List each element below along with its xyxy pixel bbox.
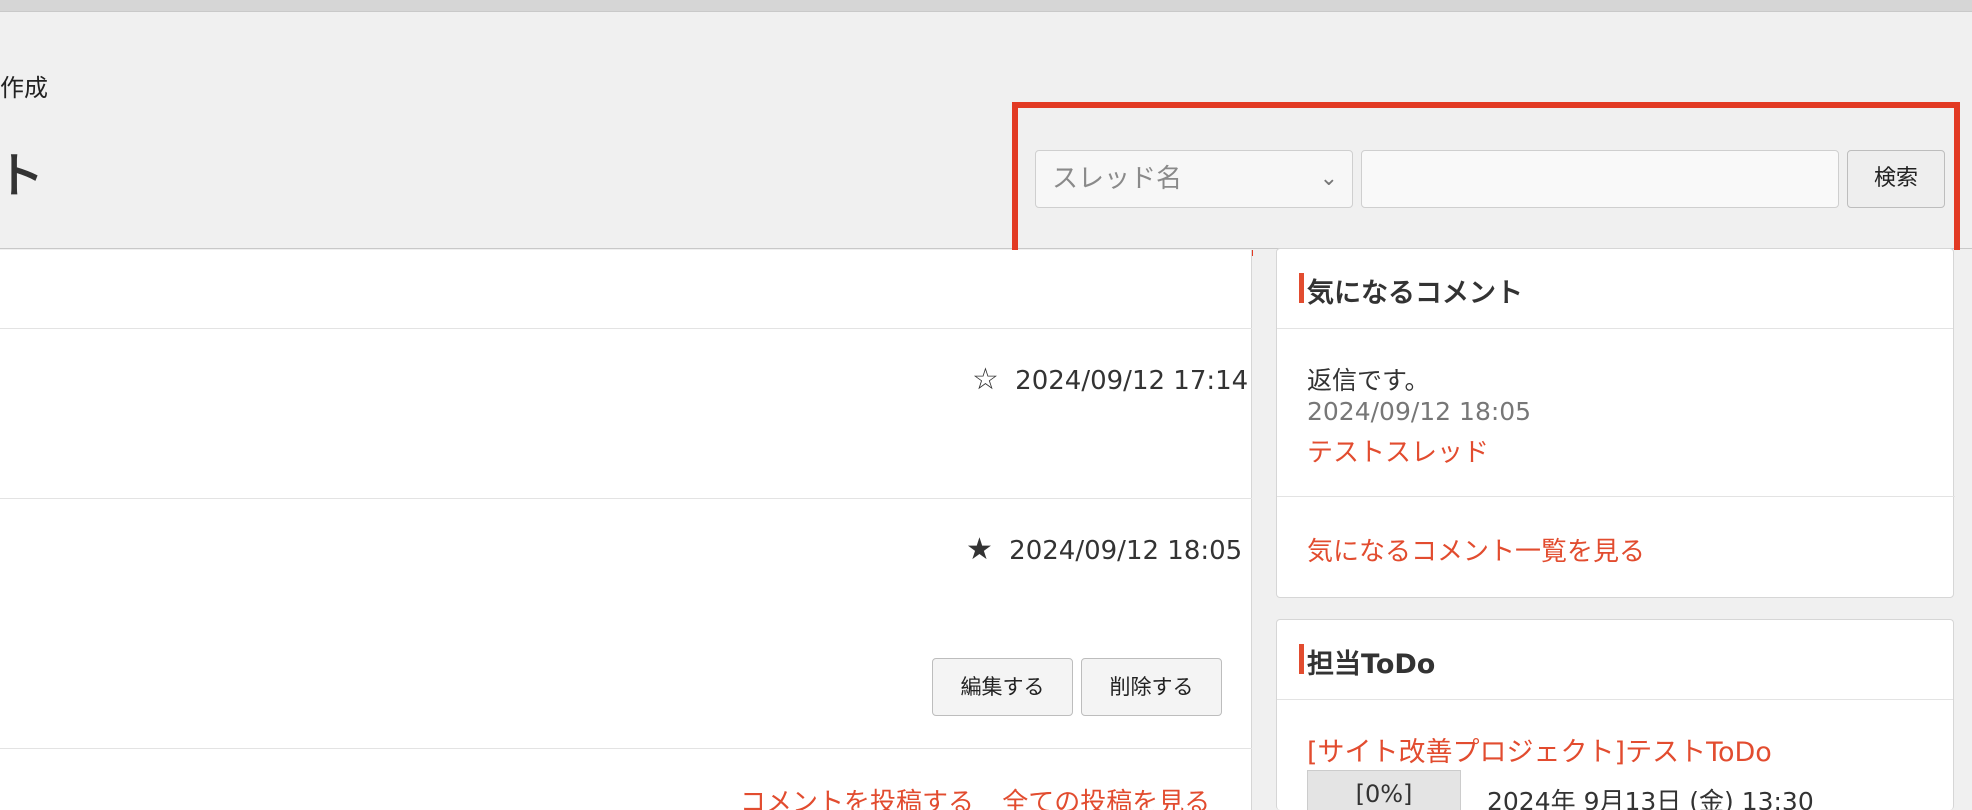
post-meta: ☆ 2024/09/12 17:14: [972, 362, 1248, 397]
panel-heading: 気になるコメント: [1277, 249, 1953, 329]
create-link[interactable]: 作成: [0, 68, 48, 103]
post-comment-link[interactable]: コメントを投稿する: [740, 788, 974, 810]
post-footer-links: コメントを投稿する 全ての投稿を見る: [740, 782, 1230, 810]
todo-date: 2024年 9月13日 (金) 13:30: [1487, 787, 1814, 810]
post-date: 2024/09/12 17:14: [1015, 366, 1249, 396]
divider: [0, 498, 1252, 499]
divider: [0, 748, 1252, 749]
heading-accent-bar: [1299, 644, 1304, 674]
post-meta: ★ 2024/09/12 18:05: [966, 532, 1242, 567]
panel-heading: 担当ToDo: [1277, 620, 1953, 700]
delete-button[interactable]: 削除する: [1081, 658, 1222, 716]
heading-accent-bar: [1299, 273, 1304, 303]
page-title: ト: [0, 148, 45, 204]
todo-item-link[interactable]: [サイト改善プロジェクト]テストToDo: [1307, 730, 1772, 769]
more-comments-link[interactable]: 気になるコメント一覧を見る: [1307, 531, 1645, 568]
panel-title: 担当ToDo: [1307, 649, 1436, 680]
thread-link[interactable]: テストスレッド: [1307, 432, 1489, 469]
search-field-select[interactable]: スレッド名 ⌄: [1035, 150, 1353, 208]
star-filled-icon[interactable]: ★: [966, 532, 993, 567]
comment-text: 返信です。: [1307, 366, 1430, 395]
edit-button[interactable]: 編集する: [932, 658, 1073, 716]
comment-time: 2024/09/12 18:05: [1307, 397, 1532, 426]
panel-title: 気になるコメント: [1307, 278, 1523, 309]
search-button[interactable]: 検索: [1847, 150, 1945, 208]
divider: [0, 328, 1252, 329]
star-outline-icon[interactable]: ☆: [972, 362, 999, 397]
main-content: [0, 250, 1252, 810]
search-input[interactable]: [1361, 150, 1839, 208]
post-date: 2024/09/12 18:05: [1009, 536, 1243, 566]
interesting-comments-panel: 気になるコメント 返信です。 2024/09/12 18:05 テストスレッド …: [1276, 248, 1955, 598]
todo-panel: 担当ToDo [サイト改善プロジェクト]テストToDo [0%] 2024年 9…: [1276, 619, 1954, 810]
window-top-strip: [0, 0, 1972, 12]
search-select-value: スレッド名: [1052, 164, 1183, 194]
view-all-posts-link[interactable]: 全ての投稿を見る: [1002, 788, 1210, 810]
todo-progress: [0%]: [1307, 770, 1461, 810]
chevron-down-icon: ⌄: [1319, 166, 1338, 191]
divider: [1277, 496, 1955, 497]
